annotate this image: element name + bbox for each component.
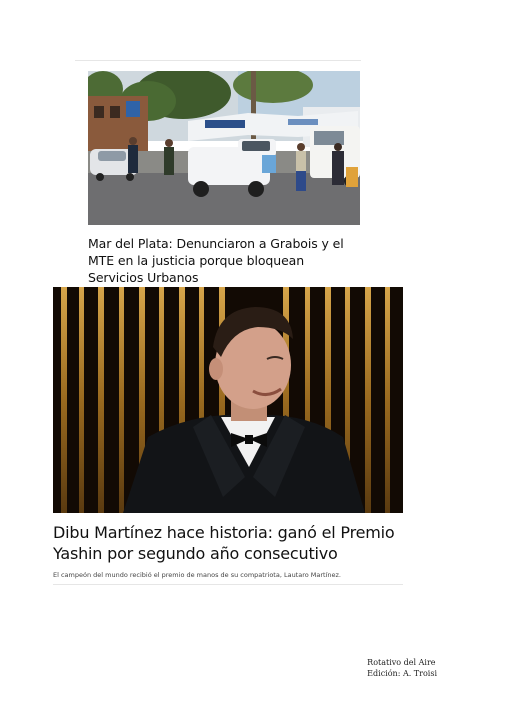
news-card-dibu-martinez[interactable]: Dibu Martínez hace historia: ganó el Pre… [53,287,403,580]
news-card-mar-del-plata[interactable]: Mar del Plata: Denunciaron a Grabois y e… [88,71,360,286]
bottom-divider [53,584,403,585]
credits-editor: Edición: A. Troisi [367,669,437,678]
top-divider [75,60,361,61]
protest-photo[interactable] [88,71,360,225]
summary-dibu-martinez: El campeón del mundo recibió el premio d… [53,571,342,579]
dibu-martinez-photo[interactable] [53,287,403,513]
headline-dibu-martinez[interactable]: Dibu Martínez hace historia: ganó el Pre… [53,522,403,564]
headline-mar-del-plata[interactable]: Mar del Plata: Denunciaron a Grabois y e… [88,235,360,286]
credits-program-name: Rotativo del Aire [367,658,436,667]
edition-credits: Rotativo del Aire Edición: A. Troisi [367,657,437,679]
